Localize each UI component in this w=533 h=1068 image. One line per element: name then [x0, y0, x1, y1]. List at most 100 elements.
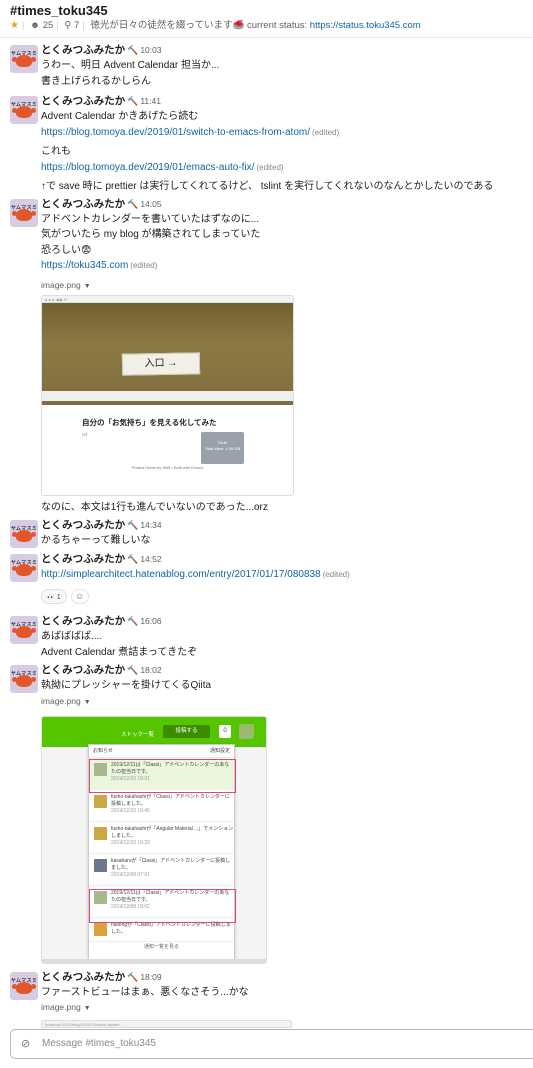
message-text: 気がついたら my blog が構築されてしまっていた: [41, 229, 261, 240]
user-name[interactable]: とくみつふみたか: [41, 553, 125, 565]
browser-toolbar: ● ● ● ◀ ▶ ⟳: [42, 295, 293, 303]
avatar[interactable]: ヤムマスミ: [10, 665, 38, 693]
message-text: Advent Calendar 煮詰まってきたぞ: [41, 646, 198, 658]
pin-icon[interactable]: ⚲: [64, 20, 71, 31]
user-name[interactable]: とくみつふみたか: [41, 971, 125, 983]
message-text: アドベントカレンダーを書いていたはずなのに...: [41, 213, 260, 225]
channel-topic: 徳光が日々の徒然を綴っています: [90, 20, 233, 31]
caret-down-icon[interactable]: ▼: [84, 1005, 91, 1012]
user-avatar-thumb: [239, 723, 254, 739]
avatar[interactable]: ヤムマスミ: [10, 616, 38, 644]
message: ヤムマスミ とくみつふみたか 🔨 10:03 うわー、明日 Advent Calen…: [0, 43, 533, 89]
notification-item: kasaharuが「Classi」アドベントカレンダーに投稿しました。 2019/…: [89, 854, 234, 886]
hammer-icon: 🔨: [127, 520, 139, 530]
edited-label: (edited): [256, 162, 284, 172]
file-name[interactable]: image.png ▼: [41, 1000, 527, 1014]
channel-header: #times_toku345 ★ | ☻ 25 | ⚲ 7 | 徳光が日々の徒然を綴っ…: [0, 0, 533, 38]
blog-footer: Posted Home by Shift • Built with Emacs: [131, 464, 204, 470]
message-text: Advent Calendar かきあげたら読む: [41, 111, 199, 122]
image-attachment[interactable]: localhost:1313/blog/2019/12/classi-adven…: [41, 1020, 292, 1028]
post-tag: ref: [82, 431, 88, 437]
message-text: あばばばば....: [41, 631, 103, 642]
image-attachment[interactable]: ● ● ● ◀ ▶ ⟳ 入口 → 自分の「お気持ち」を見える化してみた ref …: [41, 294, 294, 496]
panel-title: お知らせ: [93, 747, 113, 754]
edited-label: (edited): [130, 261, 158, 270]
timestamp[interactable]: 11:41: [140, 96, 161, 106]
file-name[interactable]: image.png ▼: [41, 278, 527, 292]
highlight-box: [89, 888, 236, 923]
qiita-header: ストック一覧 投稿する 0: [42, 716, 266, 747]
caret-down-icon[interactable]: ▼: [84, 699, 91, 706]
post-button: 投稿する: [163, 724, 210, 738]
reactions: 👀 1 ☺: [41, 587, 527, 605]
notification-item: fusho-takahashiが「Classi」アドベントカレンダーに投稿しまし…: [89, 790, 234, 822]
message-input[interactable]: Message #times_toku345: [42, 1038, 156, 1049]
file-name[interactable]: image.png ▼: [41, 694, 527, 708]
header-photo: 入口 →: [42, 302, 293, 405]
reaction-eyes[interactable]: 👀 1: [41, 588, 67, 604]
channel-name[interactable]: #times_toku345: [10, 3, 523, 19]
avatar[interactable]: ヤムマスミ: [10, 553, 38, 582]
timestamp[interactable]: 18:02: [140, 665, 161, 675]
add-reaction-icon[interactable]: ☺: [70, 588, 89, 604]
message: ヤムマスミ とくみつふみたか 🔨 14:05 アドベントカレンダーを書いていたはずな…: [0, 197, 533, 516]
hammer-icon: 🔨: [127, 971, 139, 982]
paperclip-icon[interactable]: ⊘: [21, 1037, 30, 1050]
avatar[interactable]: ヤムマスミ: [10, 45, 38, 73]
members-icon[interactable]: ☻: [30, 20, 40, 31]
message-text: うわー、明日 Advent Calendar 担当か...: [41, 60, 220, 71]
browser-toolbar: localhost:1313/blog/2019/12/classi-adven…: [42, 1021, 291, 1028]
hammer-icon: 🔨: [127, 198, 139, 209]
stock-list-link: ストック一覧: [121, 731, 155, 738]
curling-icon: 🥌: [232, 20, 245, 31]
notification-item: fusho-takahashiが「Angular Material ...」でメ…: [89, 822, 234, 854]
entrance-sign: 入口 →: [121, 351, 201, 376]
timestamp[interactable]: 14:05: [140, 199, 161, 209]
timestamp[interactable]: 16:06: [140, 616, 161, 626]
message-text: なのに、本文は1行も進んでいないのであった...orz: [41, 501, 268, 513]
message-list[interactable]: ヤムマスミ とくみつふみたか 🔨 10:03 うわー、明日 Advent Calen…: [0, 40, 533, 1028]
hammer-icon: 🔨: [127, 96, 139, 106]
user-name[interactable]: とくみつふみたか: [41, 664, 125, 676]
message-text: 書き上げられるかしらん: [41, 75, 151, 87]
panel-settings: 通知設定: [209, 747, 230, 754]
timestamp[interactable]: 18:09: [140, 972, 161, 982]
avatar[interactable]: ヤムマスミ: [10, 96, 38, 124]
timestamp[interactable]: 14:52: [140, 554, 161, 564]
caret-down-icon[interactable]: ▼: [84, 283, 91, 290]
user-name[interactable]: とくみつふみたか: [41, 519, 125, 531]
message-link[interactable]: https://toku345.com: [41, 260, 128, 271]
avatar[interactable]: ヤムマスミ: [10, 520, 38, 548]
star-icon[interactable]: ★: [10, 20, 19, 31]
message-link[interactable]: https://blog.tomoya.dev/2019/01/switch-t…: [41, 127, 310, 138]
user-name[interactable]: とくみつふみたか: [41, 198, 125, 210]
channel-meta: ★ | ☻ 25 | ⚲ 7 | 徳光が日々の徒然を綴っています🥌 current s…: [10, 20, 421, 31]
image-attachment[interactable]: ストック一覧 投稿する 0 お知らせ 通知設定 2019/12/11は「Class…: [41, 715, 267, 964]
message: ヤムマスミ とくみつふみたか 🔨 14:52 http://simplearchit…: [0, 552, 533, 606]
user-name[interactable]: とくみつふみたか: [41, 44, 125, 56]
message: ヤムマスミ とくみつふみたか 🔨 11:41 Advent Calendar かきあ…: [0, 94, 533, 195]
hammer-icon: 🔨: [127, 45, 139, 55]
message-link[interactable]: http://simplearchitect.hatenablog.com/en…: [41, 569, 321, 580]
status-link[interactable]: https://status.toku345.com: [310, 20, 421, 31]
timestamp[interactable]: 14:34: [140, 520, 161, 530]
avatar[interactable]: ヤムマスミ: [10, 198, 38, 227]
edited-label: (edited): [322, 569, 350, 579]
pin-count[interactable]: 7: [74, 20, 79, 31]
user-name[interactable]: とくみつふみたか: [41, 95, 125, 107]
message-link[interactable]: https://blog.tomoya.dev/2019/01/emacs-au…: [41, 162, 254, 173]
eyes-icon: 👀: [47, 594, 55, 601]
message-text: ファーストビューはまぁ、悪くなさそう...かな: [41, 986, 249, 998]
message-text: 恐ろしい😨: [41, 244, 92, 256]
see-all-notifications: 通知一覧を見る: [143, 943, 179, 950]
member-count[interactable]: 25: [43, 20, 54, 31]
notification-count: 0: [219, 724, 231, 738]
timestamp[interactable]: 10:03: [140, 45, 161, 55]
user-name[interactable]: とくみつふみたか: [41, 615, 125, 627]
message: ヤムマスミ とくみつふみたか 🔨 16:06 あばばばば.... Advent Ca…: [0, 614, 533, 660]
message: ヤムマスミ とくみつふみたか 🔨 18:09 ファーストビューはまぁ、悪くなさそう.…: [0, 970, 533, 1028]
reaction-count: 1: [56, 591, 61, 601]
avatar[interactable]: ヤムマスミ: [10, 971, 38, 1000]
message-composer[interactable]: ⊘ Message #times_toku345: [10, 1029, 533, 1059]
status-label: current status:: [246, 20, 308, 31]
